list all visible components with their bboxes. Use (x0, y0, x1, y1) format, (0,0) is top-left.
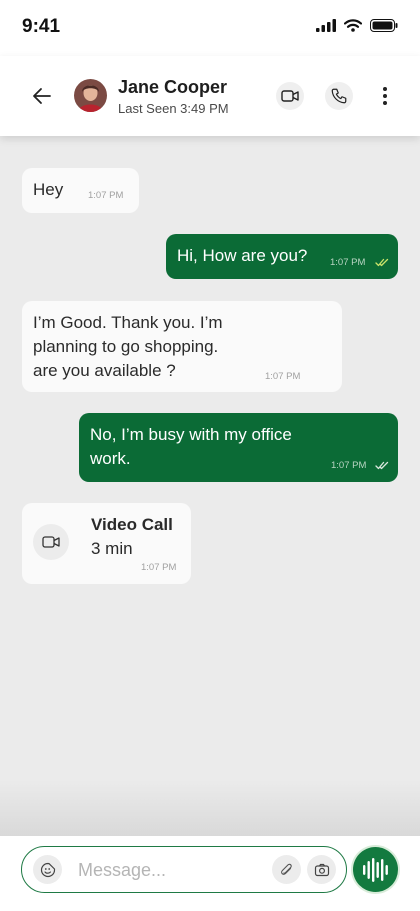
battery-icon (370, 19, 398, 32)
message-text: Hey (33, 180, 64, 199)
message-text: I’m Good. Thank you. I’m planning to go … (33, 311, 223, 383)
message-line: are you available ? (33, 361, 176, 380)
message-composer (0, 836, 420, 911)
message-time: 1:07 PM (88, 190, 124, 201)
message-line: No, I’m busy with my office (90, 425, 292, 444)
message-input[interactable] (78, 857, 258, 883)
message-line: I’m Good. Thank you. I’m (33, 313, 223, 332)
call-icon-circle (33, 524, 69, 560)
emoji-button[interactable] (33, 855, 62, 884)
camera-button[interactable] (307, 855, 336, 884)
message-time: 1:07 PM (265, 371, 301, 382)
call-duration: 3 min (91, 539, 133, 558)
message-line: planning to go shopping. (33, 337, 219, 356)
message-input-wrapper[interactable] (21, 846, 347, 893)
last-seen-status: Last Seen 3:49 PM (118, 101, 229, 116)
more-vertical-icon[interactable] (376, 84, 394, 108)
back-arrow-icon[interactable] (30, 84, 54, 108)
video-camera-icon (42, 536, 60, 548)
message-incoming[interactable]: Hey 1:07 PM (22, 168, 139, 213)
voice-call-button[interactable] (325, 82, 353, 110)
message-line: work. (90, 449, 131, 468)
wifi-icon (344, 19, 362, 32)
signal-icon (316, 19, 336, 32)
paperclip-icon (280, 863, 292, 875)
call-log-message[interactable]: Video Call 3 min 1:07 PM (22, 503, 191, 584)
phone-icon (331, 88, 347, 104)
double-check-icon (375, 461, 389, 470)
message-incoming[interactable]: I’m Good. Thank you. I’m planning to go … (22, 301, 342, 392)
contact-name[interactable]: Jane Cooper (118, 77, 227, 98)
status-time: 9:41 (22, 16, 61, 37)
message-text: No, I’m busy with my office work. (90, 423, 292, 471)
double-check-read-icon (375, 258, 389, 267)
attach-button[interactable] (272, 855, 301, 884)
message-time: 1:07 PM (330, 257, 366, 268)
voice-wave-icon (362, 857, 388, 882)
message-time: 1:07 PM (331, 460, 367, 471)
message-list[interactable]: Hey 1:07 PM Hi, How are you? 1:07 PM I’m… (0, 136, 420, 836)
message-outgoing[interactable]: No, I’m busy with my office work. 1:07 P… (79, 413, 398, 482)
call-title: Video Call (91, 515, 173, 534)
camera-icon (314, 863, 329, 876)
avatar-image (74, 79, 107, 112)
message-time: 1:07 PM (141, 562, 177, 573)
video-call-button[interactable] (276, 82, 304, 110)
avatar[interactable] (74, 79, 107, 112)
voice-record-button[interactable] (353, 847, 398, 892)
message-outgoing[interactable]: Hi, How are you? 1:07 PM (166, 234, 398, 279)
status-icons (316, 19, 398, 32)
video-camera-icon (281, 90, 299, 102)
bottom-fade (0, 780, 420, 836)
message-text: Hi, How are you? (177, 246, 308, 265)
status-bar: 9:41 (0, 0, 420, 56)
chat-header: Jane Cooper Last Seen 3:49 PM (0, 56, 420, 136)
emoji-icon (40, 862, 55, 877)
